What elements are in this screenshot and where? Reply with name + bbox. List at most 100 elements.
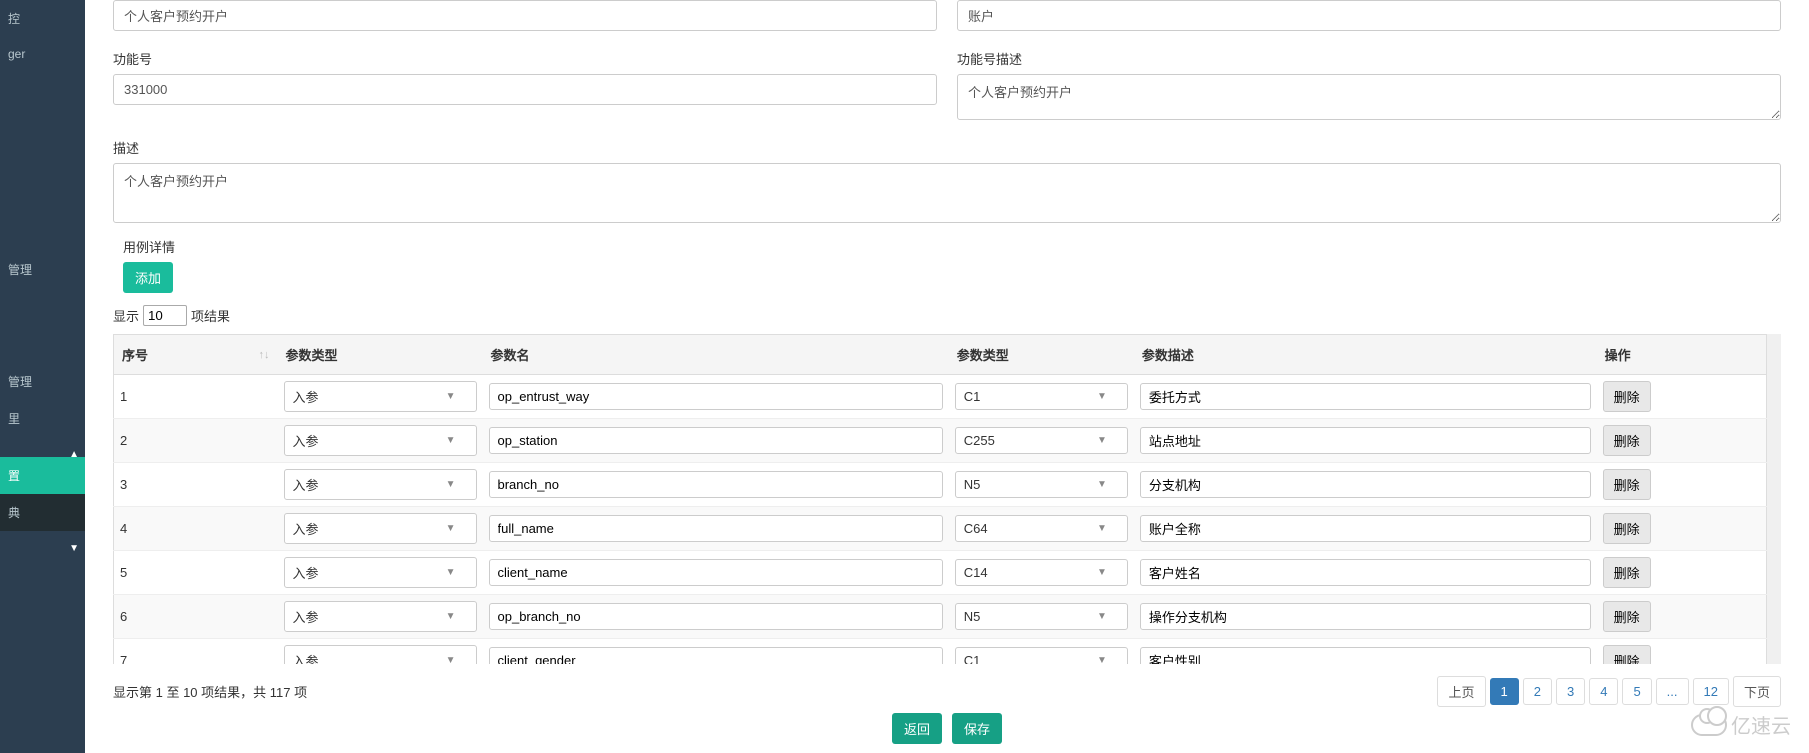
data-type-select[interactable]: N5▼ bbox=[955, 471, 1128, 498]
param-desc-input[interactable] bbox=[1140, 383, 1591, 410]
sidebar-item-4[interactable]: 里 bbox=[0, 400, 85, 437]
delete-button[interactable]: 删除 bbox=[1603, 513, 1651, 544]
table-head: 序号↑↓ 参数类型 参数名 参数类型 参数描述 操作 bbox=[114, 335, 1767, 375]
param-name-input[interactable] bbox=[489, 647, 943, 664]
name-input[interactable] bbox=[113, 0, 937, 31]
caret-down-icon: ▼ bbox=[446, 567, 456, 578]
caret-down-icon: ▼ bbox=[446, 479, 456, 490]
param-type-select[interactable]: 入参▼ bbox=[284, 469, 477, 500]
page-prev-button[interactable]: 上页 bbox=[1437, 676, 1485, 707]
param-type-select[interactable]: 入参▼ bbox=[284, 601, 477, 632]
sidebar-item-collapse[interactable]: ▲ bbox=[0, 437, 85, 457]
param-desc-input[interactable] bbox=[1140, 515, 1591, 542]
sidebar-item-6[interactable]: 典 bbox=[0, 494, 85, 531]
delete-button[interactable]: 删除 bbox=[1603, 557, 1651, 588]
add-button[interactable]: 添加 bbox=[123, 262, 173, 293]
cloud-icon bbox=[1691, 714, 1727, 736]
page-2-button[interactable]: 2 bbox=[1523, 678, 1552, 705]
th-ptype[interactable]: 参数类型 bbox=[278, 335, 483, 375]
page-size-input[interactable] bbox=[143, 305, 187, 326]
scrollbar-thumb-bottom[interactable] bbox=[1767, 624, 1781, 664]
scrollbar-thumb-top[interactable] bbox=[1767, 334, 1781, 374]
funcdesc-textarea[interactable] bbox=[957, 74, 1781, 120]
delete-button[interactable]: 删除 bbox=[1603, 469, 1651, 500]
show-label: 显示 bbox=[113, 306, 139, 325]
save-button[interactable]: 保存 bbox=[952, 713, 1002, 744]
param-desc-input[interactable] bbox=[1140, 471, 1591, 498]
sidebar-item-3[interactable]: 管理 bbox=[0, 363, 85, 400]
data-type-select[interactable]: C255▼ bbox=[955, 427, 1128, 454]
table-wrap: 序号↑↓ 参数类型 参数名 参数类型 参数描述 操作 1入参▼C1▼删除2入参▼… bbox=[113, 334, 1781, 664]
data-type-select[interactable]: C64▼ bbox=[955, 515, 1128, 542]
param-name-input[interactable] bbox=[489, 427, 943, 454]
main-content: 功能号 功能号描述 描述 用例详情 添加 显示 项结果 bbox=[85, 0, 1809, 753]
param-name-input[interactable] bbox=[489, 471, 943, 498]
funcno-input[interactable] bbox=[113, 74, 937, 105]
page-12-button[interactable]: 12 bbox=[1693, 678, 1729, 705]
param-name-input[interactable] bbox=[489, 603, 943, 630]
param-type-select[interactable]: 入参▼ bbox=[284, 381, 477, 412]
account-input[interactable] bbox=[957, 0, 1781, 31]
table-row: 3入参▼N5▼删除 bbox=[114, 463, 1767, 507]
th-dtype[interactable]: 参数类型 bbox=[949, 335, 1134, 375]
param-name-input[interactable] bbox=[489, 383, 943, 410]
usecase-section: 用例详情 添加 bbox=[113, 237, 1781, 293]
pagination: 上页12345...12下页 bbox=[1437, 676, 1781, 707]
sidebar-item-label: 里 bbox=[8, 412, 20, 426]
sidebar-item-0[interactable]: 控 bbox=[0, 0, 85, 37]
param-type-select[interactable]: 入参▼ bbox=[284, 557, 477, 588]
param-name-input[interactable] bbox=[489, 559, 943, 586]
th-seq[interactable]: 序号↑↓ bbox=[114, 335, 278, 375]
page-3-button[interactable]: 3 bbox=[1556, 678, 1585, 705]
param-type-select[interactable]: 入参▼ bbox=[284, 645, 477, 664]
data-type-select[interactable]: C1▼ bbox=[955, 383, 1128, 410]
data-type-select[interactable]: N5▼ bbox=[955, 603, 1128, 630]
param-name-input[interactable] bbox=[489, 515, 943, 542]
delete-button[interactable]: 删除 bbox=[1603, 645, 1651, 664]
param-desc-input[interactable] bbox=[1140, 647, 1591, 664]
back-button[interactable]: 返回 bbox=[892, 713, 942, 744]
sidebar: 控 ger 管理 管理 里 ▲ 置 典 ▼ bbox=[0, 0, 85, 753]
sidebar-item-label: 典 bbox=[8, 506, 20, 520]
desc-textarea[interactable] bbox=[113, 163, 1781, 223]
th-pname[interactable]: 参数名 bbox=[483, 335, 949, 375]
data-type-select[interactable]: C1▼ bbox=[955, 647, 1128, 664]
param-desc-input[interactable] bbox=[1140, 603, 1591, 630]
caret-down-icon: ▼ bbox=[1097, 523, 1107, 534]
page-ellipsis[interactable]: ... bbox=[1656, 678, 1689, 705]
param-desc-input[interactable] bbox=[1140, 427, 1591, 454]
delete-button[interactable]: 删除 bbox=[1603, 425, 1651, 456]
cell-seq: 1 bbox=[114, 375, 278, 419]
table-row: 6入参▼N5▼删除 bbox=[114, 595, 1767, 639]
page-5-button[interactable]: 5 bbox=[1622, 678, 1651, 705]
funcno-label: 功能号 bbox=[113, 49, 937, 68]
sidebar-item-collapse2[interactable]: ▼ bbox=[0, 531, 85, 551]
sidebar-item-label: 管理 bbox=[8, 375, 32, 389]
param-type-select[interactable]: 入参▼ bbox=[284, 513, 477, 544]
sidebar-item-1[interactable]: ger bbox=[0, 37, 85, 71]
table-row: 4入参▼C64▼删除 bbox=[114, 507, 1767, 551]
page-4-button[interactable]: 4 bbox=[1589, 678, 1618, 705]
result-info: 显示第 1 至 10 项结果，共 117 项 bbox=[113, 682, 307, 701]
delete-button[interactable]: 删除 bbox=[1603, 381, 1651, 412]
form-row-top bbox=[113, 0, 1781, 31]
param-type-select[interactable]: 入参▼ bbox=[284, 425, 477, 456]
th-ops[interactable]: 操作 bbox=[1597, 335, 1767, 375]
sidebar-item-label: 管理 bbox=[8, 263, 32, 277]
page-1-button[interactable]: 1 bbox=[1490, 678, 1519, 705]
param-desc-input[interactable] bbox=[1140, 559, 1591, 586]
th-pdesc[interactable]: 参数描述 bbox=[1134, 335, 1597, 375]
delete-button[interactable]: 删除 bbox=[1603, 601, 1651, 632]
table-scroll[interactable]: 序号↑↓ 参数类型 参数名 参数类型 参数描述 操作 1入参▼C1▼删除2入参▼… bbox=[113, 334, 1781, 664]
sidebar-item-5[interactable]: 置 bbox=[0, 457, 85, 494]
caret-down-icon: ▼ bbox=[1097, 479, 1107, 490]
sort-icon: ↑↓ bbox=[259, 349, 270, 361]
caret-down-icon: ▼ bbox=[1097, 391, 1107, 402]
watermark-text: 亿速云 bbox=[1731, 710, 1791, 739]
table-row: 7入参▼C1▼删除 bbox=[114, 639, 1767, 665]
sidebar-item-2[interactable]: 管理 bbox=[0, 251, 85, 288]
page-next-button[interactable]: 下页 bbox=[1733, 676, 1781, 707]
data-type-select[interactable]: C14▼ bbox=[955, 559, 1128, 586]
form-col-name bbox=[113, 0, 937, 31]
caret-down-icon: ▼ bbox=[446, 435, 456, 446]
